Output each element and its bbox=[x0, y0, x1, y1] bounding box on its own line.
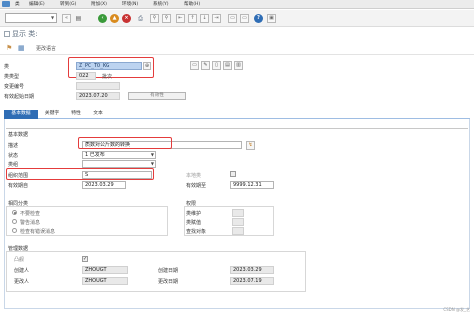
authority-maintain-field bbox=[232, 209, 244, 217]
application-toolbar: ⚑ ▦ 更改语言 bbox=[0, 41, 474, 55]
class-label: 类 bbox=[4, 64, 10, 70]
basic-valid-from-label: 有效期自 bbox=[8, 183, 29, 189]
prev-page-icon[interactable]: ↑ bbox=[188, 14, 197, 23]
new-session-icon[interactable]: ▭ bbox=[228, 14, 237, 23]
status-dropdown-arrow-icon[interactable]: ▼ bbox=[151, 152, 154, 158]
tab-keywords[interactable]: 关键字 bbox=[40, 110, 64, 119]
highlight-description-box bbox=[78, 137, 172, 149]
status-value: 1 已发布 bbox=[85, 152, 105, 158]
help-icon[interactable]: ? bbox=[254, 14, 263, 23]
tab-basic-data[interactable]: 基本数据 bbox=[4, 110, 38, 119]
copy-icon[interactable]: ▤ bbox=[223, 61, 232, 70]
basic-valid-from-field[interactable]: 2023.03.29 bbox=[82, 181, 126, 189]
valid-from-label: 有效起始日期 bbox=[4, 94, 35, 100]
class-group-dropdown-arrow-icon[interactable]: ▼ bbox=[151, 161, 154, 167]
back-icon[interactable]: ‹ bbox=[98, 14, 107, 23]
command-dropdown-icon[interactable]: ▼ bbox=[49, 14, 56, 22]
changed-on-label: 更改日期 bbox=[158, 279, 179, 285]
class-group-label: 类组 bbox=[8, 162, 19, 168]
standard-toolbar: ▼ « ▤ ‹ ▲ × ⎙ ⚲ ⚲ ⇤ ↑ ↓ ⇥ ▭ ▭ ? ▣ bbox=[0, 10, 474, 27]
changed-by-field: ZHOUGT bbox=[82, 277, 128, 285]
created-by-label: 创建人 bbox=[14, 268, 30, 274]
create-icon[interactable]: ▯ bbox=[212, 61, 221, 70]
find-icon[interactable]: ⚲ bbox=[150, 14, 159, 23]
menu-edit[interactable]: 编辑(E) bbox=[29, 1, 45, 7]
lock-label: 凸舰 bbox=[14, 257, 25, 263]
radio-no-check-label: 不要检查 bbox=[20, 211, 41, 217]
find-next-icon[interactable]: ⚲ bbox=[162, 14, 171, 23]
menu-help[interactable]: 帮助(H) bbox=[184, 1, 200, 7]
save-icon[interactable]: ▤ bbox=[74, 14, 83, 23]
page-title: 显示 类: bbox=[4, 29, 38, 39]
changed-on-field: 2023.07.19 bbox=[230, 277, 274, 285]
created-on-label: 创建日期 bbox=[158, 268, 179, 274]
page-title-text: 显示 类: bbox=[12, 30, 38, 38]
watermark: CSDN @发_艺 bbox=[443, 307, 470, 312]
description-label: 描述 bbox=[8, 143, 19, 149]
menu-extras[interactable]: 附加(X) bbox=[91, 1, 107, 7]
collapse-icon[interactable]: « bbox=[62, 14, 71, 23]
class-group-dropdown[interactable]: ▼ bbox=[82, 160, 156, 168]
tab-characteristics[interactable]: 特性 bbox=[66, 110, 86, 119]
translate-icon[interactable]: ↯ bbox=[246, 141, 255, 150]
created-by-field: ZHOUGT bbox=[82, 266, 128, 274]
authority-find-field bbox=[232, 227, 244, 235]
delete-icon[interactable]: ▥ bbox=[234, 61, 243, 70]
shortcut-icon[interactable]: ▭ bbox=[240, 14, 249, 23]
authority-maintain-label: 类维护 bbox=[186, 211, 202, 217]
last-page-icon[interactable]: ⇥ bbox=[212, 14, 221, 23]
valid-from-field: 2023.07.20 bbox=[76, 92, 120, 100]
changed-by-label: 更改人 bbox=[14, 279, 30, 285]
cancel-icon[interactable]: × bbox=[122, 14, 131, 23]
change-number-field bbox=[76, 82, 120, 90]
edit-icon[interactable]: ✎ bbox=[201, 61, 210, 70]
display-icon[interactable]: ▭ bbox=[190, 61, 199, 70]
radio-error[interactable] bbox=[12, 228, 17, 233]
change-number-label: 变更编号 bbox=[4, 84, 25, 90]
exit-icon[interactable]: ▲ bbox=[110, 14, 119, 23]
lock-checkbox: ✓ bbox=[82, 256, 88, 262]
validity-button[interactable]: 有效性 bbox=[128, 92, 186, 100]
print-icon[interactable]: ⎙ bbox=[136, 14, 145, 23]
first-page-icon[interactable]: ⇤ bbox=[176, 14, 185, 23]
command-field[interactable]: ▼ bbox=[5, 13, 57, 23]
class-hierarchy-icon[interactable]: ⚑ bbox=[6, 44, 12, 52]
authority-assign-field bbox=[232, 218, 244, 226]
basic-data-title: 基本数据 bbox=[8, 132, 29, 138]
highlight-org-area-box bbox=[6, 168, 154, 180]
tab-texts[interactable]: 文本 bbox=[88, 110, 108, 119]
status-label: 状态 bbox=[8, 153, 19, 159]
valid-to-label: 有效期至 bbox=[186, 183, 207, 189]
local-class-checkbox[interactable] bbox=[230, 171, 236, 177]
status-dropdown[interactable]: 1 已发布 ▼ bbox=[82, 151, 156, 159]
local-class-label: 本地类 bbox=[186, 173, 202, 179]
window-icon bbox=[4, 31, 10, 37]
menu-goto[interactable]: 转到(G) bbox=[60, 1, 76, 7]
valid-to-field[interactable]: 9999.12.31 bbox=[230, 181, 274, 189]
created-on-field: 2023.03.29 bbox=[230, 266, 274, 274]
radio-warning[interactable] bbox=[12, 219, 17, 224]
class-type-label: 类类型 bbox=[4, 74, 20, 80]
menu-environment[interactable]: 环境(N) bbox=[122, 1, 138, 7]
class-type-field: 022 bbox=[76, 72, 96, 80]
authority-assign-label: 类赋值 bbox=[186, 220, 202, 226]
change-language-button[interactable]: 更改语言 bbox=[36, 45, 56, 52]
radio-warning-label: 警告消息 bbox=[20, 220, 41, 226]
other-class-icon[interactable]: ▦ bbox=[18, 44, 25, 52]
authority-find-label: 查找对象 bbox=[186, 229, 207, 235]
radio-no-check[interactable] bbox=[12, 210, 17, 215]
tab-strip: 基本数据 关键字 特性 文本 bbox=[4, 109, 470, 119]
radio-error-label: 检查有错误消息 bbox=[20, 229, 56, 235]
customize-layout-icon[interactable]: ▣ bbox=[267, 14, 276, 23]
class-type-text: 批次 bbox=[102, 74, 113, 80]
menu-system[interactable]: 系统(Y) bbox=[153, 1, 169, 7]
menu-bar: 类 编辑(E) 转到(G) 附加(X) 环境(N) 系统(Y) 帮助(H) bbox=[0, 0, 474, 9]
sap-logo-icon bbox=[2, 1, 10, 7]
menu-class[interactable]: 类 bbox=[15, 1, 20, 7]
next-page-icon[interactable]: ↓ bbox=[200, 14, 209, 23]
